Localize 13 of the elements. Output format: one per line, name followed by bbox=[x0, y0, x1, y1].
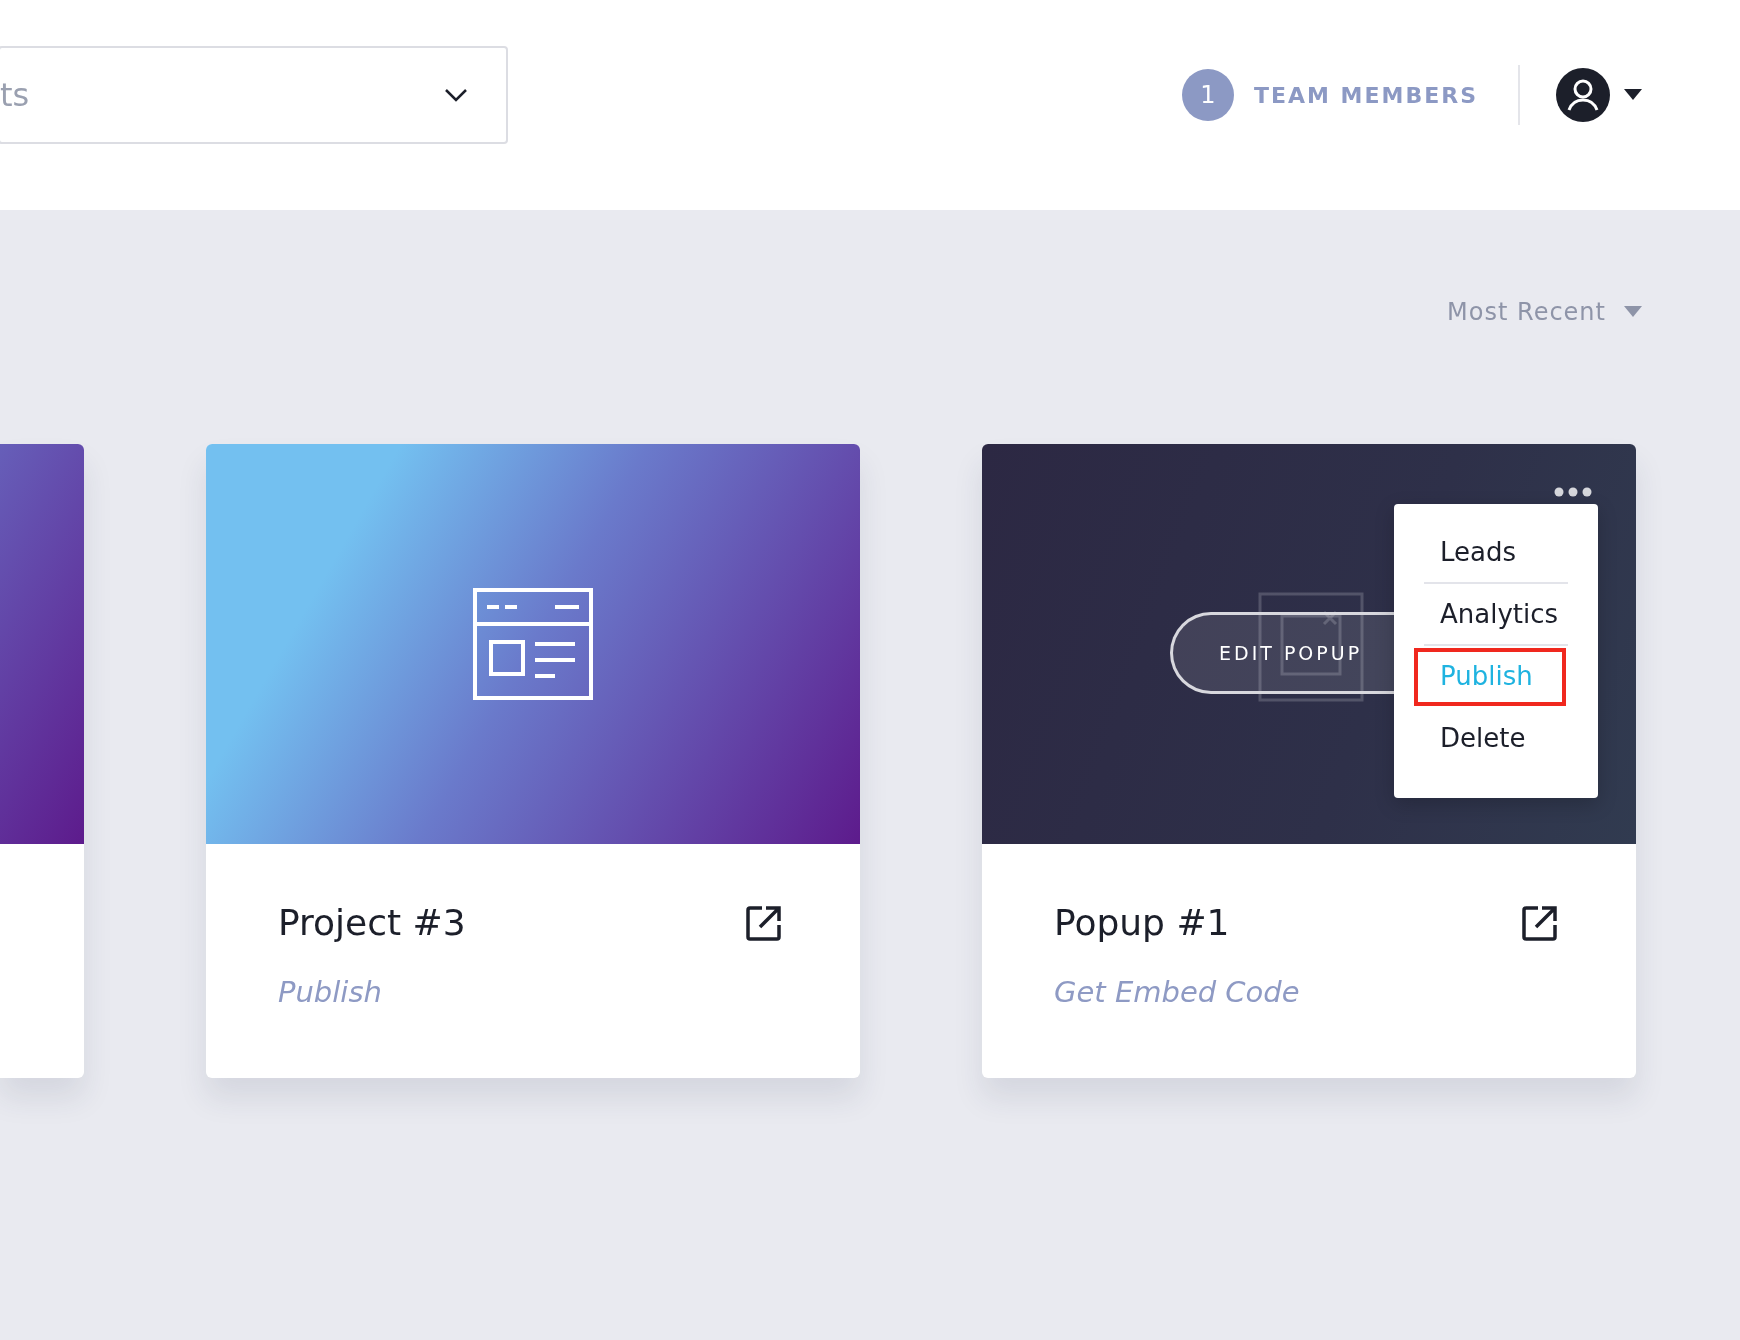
edit-popup-button[interactable]: EDIT POPUP bbox=[1170, 612, 1394, 694]
project-select[interactable]: ts bbox=[0, 46, 508, 144]
menu-item[interactable]: Publish bbox=[1412, 646, 1568, 708]
team-members-link[interactable]: TEAM MEMBERS bbox=[1254, 82, 1478, 108]
sort-dropdown[interactable]: Most Recent bbox=[1447, 294, 1642, 330]
card-title: Popup #1 bbox=[1054, 902, 1230, 943]
card-title: Project #3 bbox=[278, 902, 466, 943]
card-action-link[interactable]: Get Embed Code bbox=[1054, 975, 1300, 1009]
team-count-badge: 1 bbox=[1182, 69, 1234, 121]
card-action-link[interactable]: Publish bbox=[278, 975, 382, 1009]
menu-item[interactable]: Delete bbox=[1424, 708, 1568, 770]
menu-item[interactable]: Analytics bbox=[1424, 584, 1568, 646]
menu-item[interactable]: Leads bbox=[1424, 522, 1568, 584]
